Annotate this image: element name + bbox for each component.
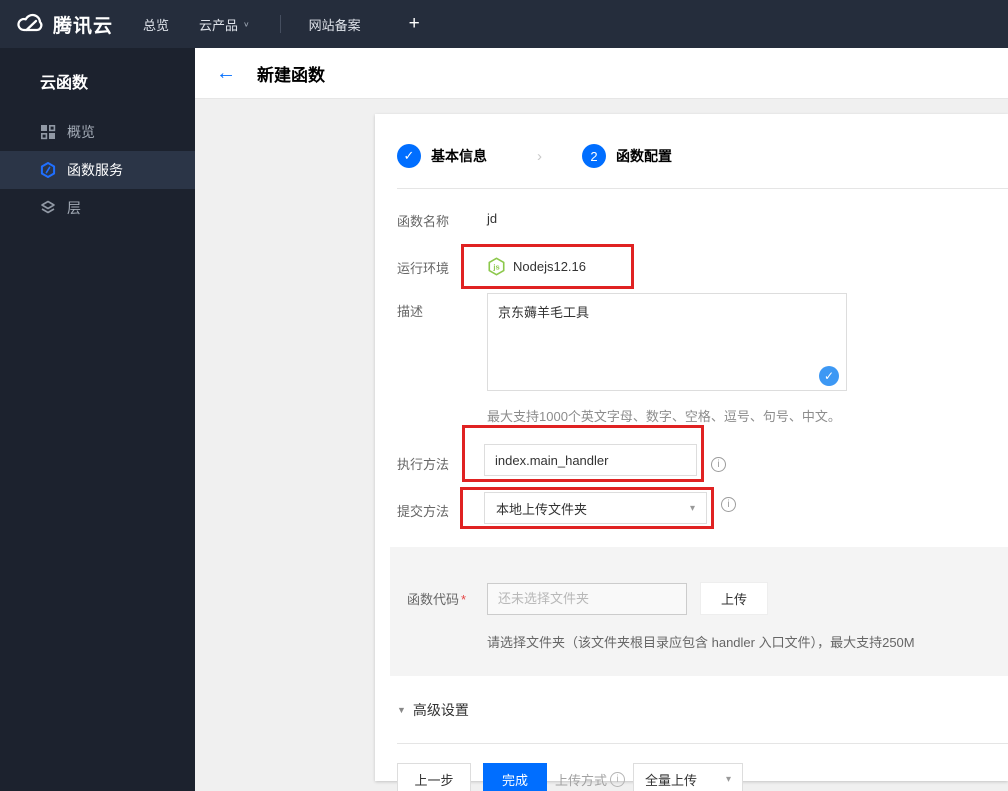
layers-icon: [40, 200, 56, 216]
description-wrap: 京东薅羊毛工具 ✓: [487, 293, 847, 396]
sidebar-item-label: 概览: [67, 124, 95, 140]
scf-hexagon-icon: [40, 162, 56, 178]
triangle-down-icon: ▼: [397, 705, 406, 715]
description-hint: 最大支持1000个英文字母、数字、空格、逗号、句号、中文。: [487, 409, 841, 424]
upload-mode-select[interactable]: 全量上传 ▾: [633, 763, 744, 791]
create-function-card: ✓ 基本信息 › 2 函数配置 函数名称 jd 运行环境 js Nodejs12…: [375, 114, 1008, 791]
upload-button[interactable]: 上传: [700, 582, 768, 615]
description-textarea[interactable]: 京东薅羊毛工具: [487, 293, 847, 391]
nodejs-icon: js: [488, 257, 505, 276]
previous-step-button[interactable]: 上一步: [397, 763, 471, 791]
step-separator-icon: ›: [537, 147, 542, 165]
nav-item-label: 网站备案: [308, 17, 361, 33]
handler-highlight-box: [462, 425, 704, 482]
check-icon: ✓: [403, 148, 415, 163]
step-indicator: ✓ 基本信息 › 2 函数配置: [397, 114, 988, 168]
nav-item-label: 总览: [143, 17, 170, 33]
svg-text:js: js: [492, 263, 499, 272]
brand-name: 腾讯云: [53, 15, 114, 37]
add-tab-icon[interactable]: +: [409, 13, 420, 35]
upload-mode-label: 上传方式: [555, 772, 608, 788]
sidebar-item-label: 函数服务: [67, 162, 123, 178]
sidebar: 云函数 概览 函数服务 层: [0, 48, 195, 791]
description-label: 描述: [397, 304, 424, 319]
footer-actions: 上一步 完成 上传方式 i 全量上传 ▾: [397, 763, 988, 791]
step1-label: 基本信息: [431, 148, 487, 164]
step2-number: 2: [582, 144, 606, 168]
nav-item-label: 云产品: [199, 17, 239, 33]
sidebar-item-overview[interactable]: 概览: [0, 113, 195, 151]
function-code-row: 函数代码* 上传: [407, 582, 1008, 615]
page-header: ← 新建函数: [195, 48, 1008, 99]
sidebar-item-label: 层: [67, 200, 81, 216]
page-title: 新建函数: [257, 65, 325, 85]
sidebar-title: 云函数: [40, 75, 89, 92]
handler-row: 执行方法 i: [397, 425, 988, 482]
advanced-settings-toggle[interactable]: ▼ 高级设置: [397, 700, 988, 720]
runtime-row: 运行环境 js Nodejs12.16: [397, 244, 988, 289]
submit-method-select[interactable]: 本地上传文件夹 ▾: [484, 492, 707, 524]
nav-divider: [279, 15, 281, 33]
main-area: ← 新建函数 ✓ 基本信息 › 2 函数配置 函数名称 jd 运行环境 js N…: [195, 48, 1008, 791]
required-mark: *: [461, 592, 467, 607]
step1-done-icon: ✓: [397, 144, 421, 168]
function-code-label-text: 函数代码: [407, 592, 460, 607]
function-name-value: jd: [487, 211, 498, 226]
step2-label: 函数配置: [616, 148, 672, 164]
function-code-section: 函数代码* 上传 请选择文件夹（该文件夹根目录应包含 handler 入口文件）…: [390, 547, 1008, 676]
footer-divider: [397, 743, 1008, 744]
nav-item-overview[interactable]: 总览: [143, 15, 169, 34]
top-navbar: 腾讯云 总览 云产品 ∨ 网站备案 +: [0, 0, 1008, 48]
sidebar-item-function-service[interactable]: 函数服务: [0, 151, 195, 189]
submit-method-value: 本地上传文件夹: [496, 501, 588, 517]
submit-method-highlight-box: 本地上传文件夹 ▾: [460, 487, 714, 529]
nav-item-icp[interactable]: 网站备案: [309, 15, 361, 34]
cloud-logo-icon: [17, 13, 43, 32]
description-row: 描述 京东薅羊毛工具 ✓: [397, 293, 988, 396]
chevron-down-icon: ▾: [689, 502, 695, 514]
function-code-hint: 请选择文件夹（该文件夹根目录应包含 handler 入口文件），最大支持250M: [487, 635, 915, 650]
check-icon: ✓: [823, 369, 835, 383]
runtime-highlight-box: js Nodejs12.16: [461, 244, 634, 289]
valid-check-badge: ✓: [819, 366, 839, 386]
function-code-label: 函数代码 *: [407, 589, 487, 608]
runtime-value: Nodejs12.16: [513, 259, 586, 274]
info-icon[interactable]: i: [711, 457, 726, 472]
submit-method-row: 提交方法 本地上传文件夹 ▾ i: [397, 487, 988, 529]
handler-input[interactable]: [484, 444, 697, 476]
function-name-label: 函数名称: [397, 214, 450, 229]
folder-path-input[interactable]: [487, 582, 687, 615]
info-icon[interactable]: i: [721, 497, 736, 512]
chevron-down-icon: ▾: [725, 773, 732, 785]
advanced-settings-label: 高级设置: [412, 702, 469, 718]
chevron-down-icon: ∨: [243, 19, 250, 28]
back-arrow-icon[interactable]: ←: [216, 63, 236, 83]
nav-item-products[interactable]: 云产品 ∨: [199, 15, 250, 34]
upload-mode-value: 全量上传: [645, 772, 698, 788]
function-name-row: 函数名称 jd: [397, 211, 988, 230]
steps-divider: [397, 188, 1008, 189]
grid-icon: [40, 124, 56, 140]
content-area: ✓ 基本信息 › 2 函数配置 函数名称 jd 运行环境 js Nodejs12…: [195, 99, 1008, 791]
tencent-cloud-logo[interactable]: 腾讯云: [0, 11, 143, 38]
finish-button[interactable]: 完成: [483, 763, 547, 791]
info-icon[interactable]: i: [610, 771, 626, 787]
upload-mode-label-group: 上传方式 i: [555, 770, 626, 789]
sidebar-item-layers[interactable]: 层: [0, 189, 195, 227]
